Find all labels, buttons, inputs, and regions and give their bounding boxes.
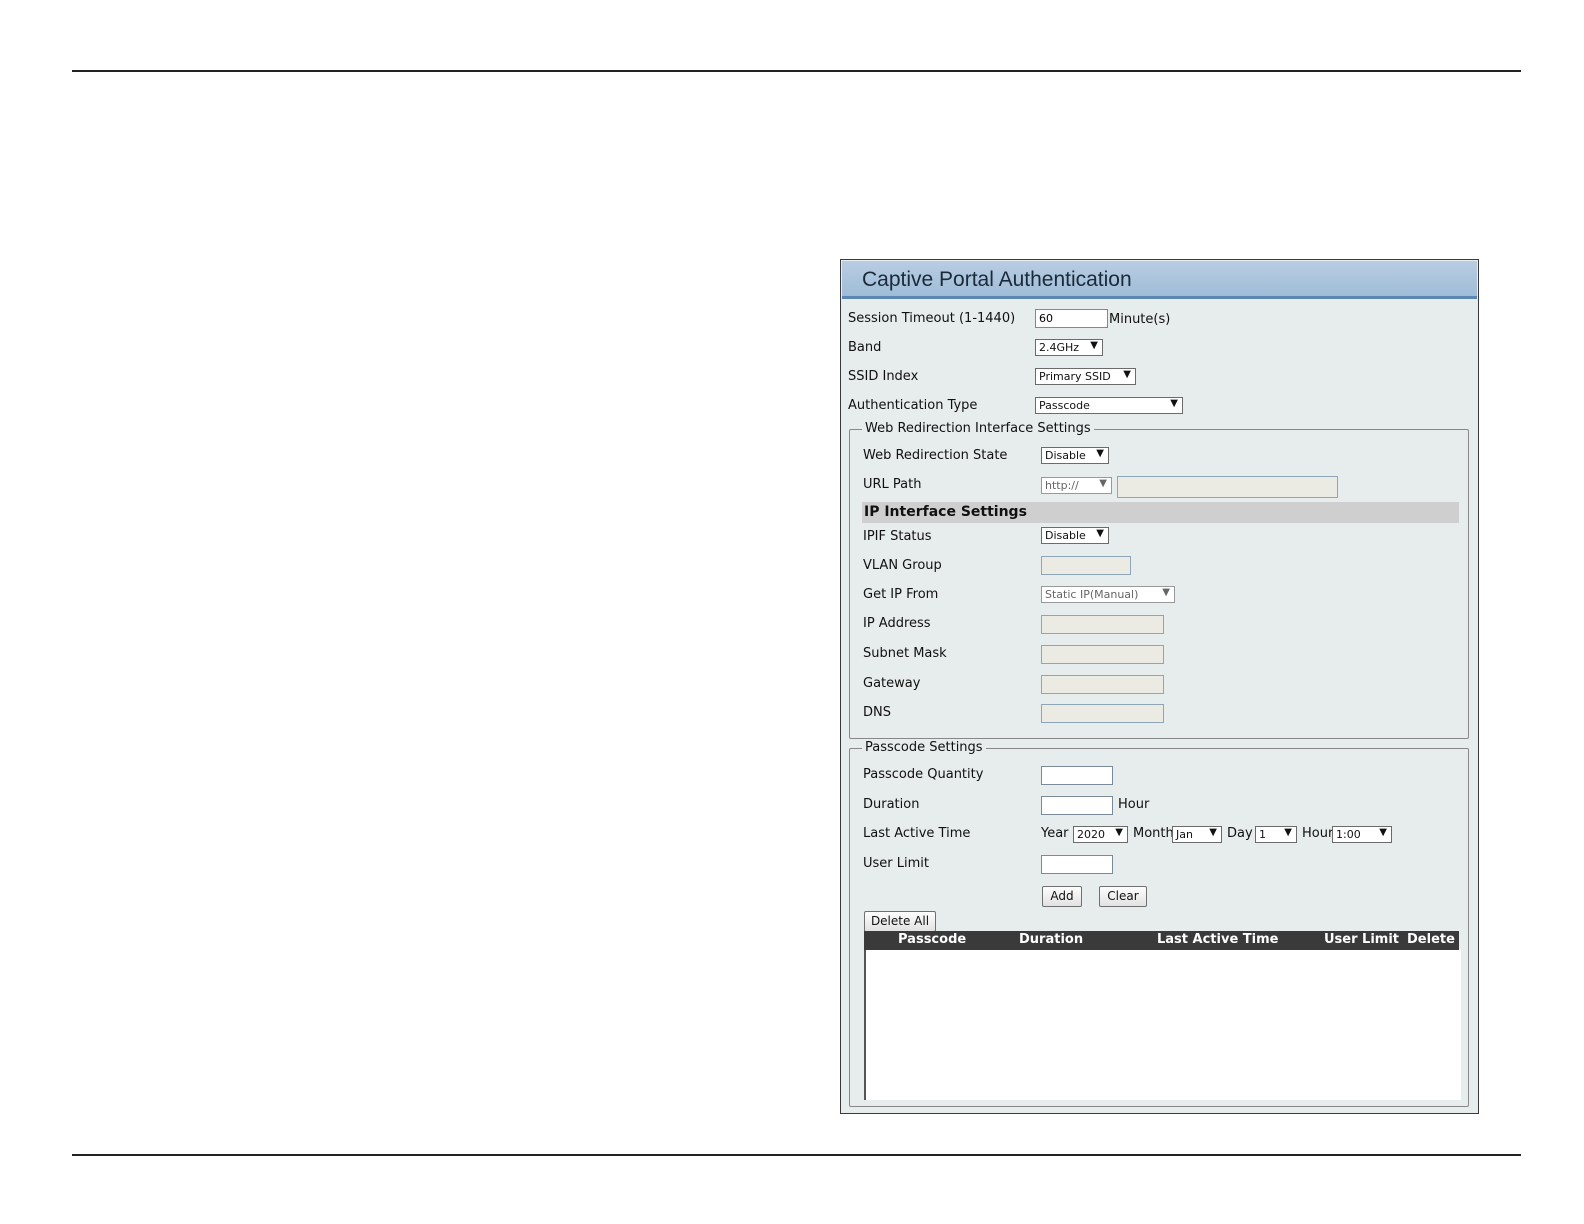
- subnet-mask-input[interactable]: [1041, 645, 1164, 664]
- panel-title-bar: Captive Portal Authentication: [842, 261, 1477, 299]
- chevron-down-icon: ▼: [1284, 827, 1292, 838]
- year-select[interactable]: 2020 ▼: [1073, 826, 1128, 843]
- clear-button[interactable]: Clear: [1099, 886, 1147, 907]
- web-redirection-state-value: Disable: [1045, 449, 1086, 462]
- ssid-index-select[interactable]: Primary SSID ▼: [1035, 368, 1136, 385]
- delete-all-button[interactable]: Delete All: [864, 911, 936, 932]
- duration-label: Duration: [863, 797, 920, 812]
- ip-address-input[interactable]: [1041, 615, 1164, 634]
- column-passcode: Passcode: [898, 932, 967, 947]
- passcode-table-body: [864, 950, 1461, 1100]
- gateway-label: Gateway: [863, 676, 921, 691]
- column-user-limit: User Limit: [1324, 932, 1400, 947]
- chevron-down-icon: ▼: [1209, 827, 1217, 838]
- passcode-quantity-label: Passcode Quantity: [863, 767, 984, 782]
- passcode-quantity-input[interactable]: [1041, 766, 1113, 785]
- band-select[interactable]: 2.4GHz ▼: [1035, 339, 1103, 356]
- vlan-group-input[interactable]: [1041, 556, 1131, 575]
- ip-interface-heading: IP Interface Settings: [862, 502, 1459, 523]
- chevron-down-icon: ▼: [1096, 528, 1104, 539]
- chevron-down-icon: ▼: [1170, 398, 1178, 409]
- band-select-value: 2.4GHz: [1039, 341, 1080, 354]
- day-select[interactable]: 1 ▼: [1255, 826, 1297, 843]
- ip-address-label: IP Address: [863, 616, 931, 631]
- month-label: Month: [1133, 826, 1174, 841]
- day-select-value: 1: [1259, 828, 1266, 841]
- ipif-status-label: IPIF Status: [863, 529, 932, 544]
- user-limit-label: User Limit: [863, 856, 929, 871]
- year-select-value: 2020: [1077, 828, 1105, 841]
- get-ip-from-label: Get IP From: [863, 587, 939, 602]
- column-duration: Duration: [1019, 932, 1084, 947]
- session-timeout-input[interactable]: [1035, 309, 1108, 328]
- url-scheme-select[interactable]: http:// ▼: [1041, 477, 1112, 494]
- panel-title: Captive Portal Authentication: [862, 268, 1132, 291]
- chevron-down-icon: ▼: [1090, 340, 1098, 351]
- url-path-label: URL Path: [863, 477, 922, 492]
- month-select-value: Jan: [1176, 828, 1193, 841]
- auth-type-select[interactable]: Passcode ▼: [1035, 397, 1183, 414]
- auth-type-select-value: Passcode: [1039, 399, 1090, 412]
- hour-select[interactable]: 1:00 ▼: [1332, 826, 1392, 843]
- year-label: Year: [1041, 826, 1069, 841]
- web-redirection-state-select[interactable]: Disable ▼: [1041, 447, 1109, 464]
- session-timeout-unit: Minute(s): [1109, 312, 1171, 327]
- passcode-legend: Passcode Settings: [862, 740, 986, 755]
- dns-input[interactable]: [1041, 704, 1164, 723]
- chevron-down-icon: ▼: [1115, 827, 1123, 838]
- last-active-time-label: Last Active Time: [863, 826, 971, 841]
- auth-type-label: Authentication Type: [848, 398, 978, 413]
- footer-rule: [72, 1154, 1521, 1156]
- add-button[interactable]: Add: [1042, 886, 1082, 907]
- column-last-active-time: Last Active Time: [1157, 932, 1279, 947]
- month-select[interactable]: Jan ▼: [1172, 826, 1222, 843]
- passcode-table-header: Passcode Duration Last Active Time User …: [864, 931, 1459, 950]
- chevron-down-icon: ▼: [1379, 827, 1387, 838]
- ssid-index-select-value: Primary SSID: [1039, 370, 1111, 383]
- session-timeout-label: Session Timeout (1-1440): [848, 311, 1016, 326]
- gateway-input[interactable]: [1041, 675, 1164, 694]
- url-scheme-value: http://: [1045, 479, 1079, 492]
- chevron-down-icon: ▼: [1096, 448, 1104, 459]
- ipif-status-value: Disable: [1045, 529, 1086, 542]
- chevron-down-icon: ▼: [1162, 587, 1170, 598]
- band-label: Band: [848, 340, 882, 355]
- ssid-index-label: SSID Index: [848, 369, 919, 384]
- get-ip-from-value: Static IP(Manual): [1045, 588, 1139, 601]
- user-limit-input[interactable]: [1041, 855, 1113, 874]
- ipif-status-select[interactable]: Disable ▼: [1041, 527, 1109, 544]
- hour-label: Hour: [1302, 826, 1334, 841]
- duration-unit: Hour: [1118, 797, 1150, 812]
- duration-input[interactable]: [1041, 796, 1113, 815]
- chevron-down-icon: ▼: [1099, 478, 1107, 489]
- subnet-mask-label: Subnet Mask: [863, 646, 947, 661]
- header-rule: [72, 70, 1521, 72]
- url-path-input[interactable]: [1117, 476, 1338, 498]
- vlan-group-label: VLAN Group: [863, 558, 942, 573]
- day-label: Day: [1227, 826, 1253, 841]
- column-delete: Delete: [1407, 932, 1455, 947]
- web-redirection-legend: Web Redirection Interface Settings: [862, 421, 1094, 436]
- dns-label: DNS: [863, 705, 891, 720]
- get-ip-from-select[interactable]: Static IP(Manual) ▼: [1041, 586, 1175, 603]
- web-redirection-state-label: Web Redirection State: [863, 448, 1008, 463]
- chevron-down-icon: ▼: [1123, 369, 1131, 380]
- hour-select-value: 1:00: [1336, 828, 1361, 841]
